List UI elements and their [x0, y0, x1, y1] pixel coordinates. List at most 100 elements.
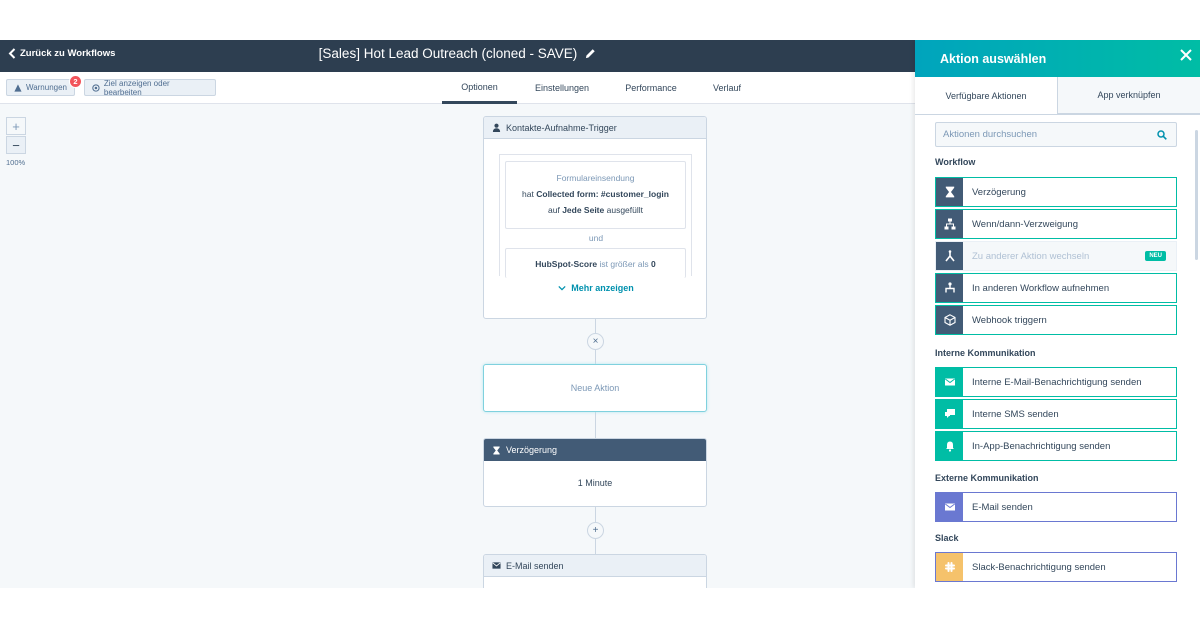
condition-page: Jede Seite [562, 205, 605, 215]
connector-line [595, 411, 596, 438]
condition-line-2: auf Jede Seite ausgefüllt [506, 202, 685, 218]
trigger-condition-form[interactable]: Formulareinsendung hat Collected form: #… [505, 161, 686, 229]
tab-optionen[interactable]: Optionen [442, 72, 517, 104]
panel-header: Aktion auswählen [915, 40, 1200, 77]
action-search-input[interactable] [936, 123, 1146, 146]
action-label: Wenn/dann-Verzweigung [972, 218, 1078, 230]
warnings-count-badge: 2 [69, 75, 82, 88]
envelope-icon [492, 562, 501, 569]
hourglass-icon [936, 178, 963, 206]
condition-text: hat [522, 189, 537, 199]
zoom-controls: + − 100% [6, 117, 26, 167]
action-delay[interactable]: Verzögerung [935, 177, 1177, 207]
enroll-icon [936, 274, 963, 302]
remove-action-button[interactable]: × [587, 333, 604, 350]
condition-operator: ist größer als [597, 259, 651, 269]
and-separator: und [588, 233, 604, 243]
target-icon [92, 83, 100, 92]
trigger-card-title: Kontakte-Aufnahme-Trigger [506, 122, 617, 133]
action-slack-notification[interactable]: Slack-Benachrichtigung senden [935, 552, 1177, 582]
action-label: Verzögerung [972, 186, 1026, 198]
action-internal-sms[interactable]: Interne SMS senden [935, 399, 1177, 429]
section-slack: Slack [935, 533, 959, 543]
delay-card-header: Verzögerung [484, 439, 706, 461]
zoom-in-button[interactable]: + [6, 117, 26, 135]
condition-text: auf [548, 205, 563, 215]
condition-line-1: hat Collected form: #customer_login [506, 186, 685, 202]
action-label: Webhook triggern [972, 314, 1047, 326]
action-webhook[interactable]: Webhook triggern [935, 305, 1177, 335]
contact-icon [492, 123, 501, 132]
new-action-label: Neue Aktion [570, 383, 620, 393]
sms-icon [936, 400, 963, 428]
workflow-title-area: [Sales] Hot Lead Outreach (cloned - SAVE… [0, 46, 915, 61]
pencil-icon[interactable] [585, 48, 596, 59]
action-in-app-notification[interactable]: In-App-Benachrichtigung senden [935, 431, 1177, 461]
panel-scrollbar[interactable] [1195, 130, 1198, 260]
send-email-card[interactable]: E-Mail senden [483, 554, 707, 588]
editor-tabs: Optionen Einstellungen Performance Verla… [442, 72, 759, 104]
action-send-email[interactable]: E-Mail senden [935, 492, 1177, 522]
action-if-then-branch[interactable]: Wenn/dann-Verzweigung [935, 209, 1177, 239]
panel-title: Aktion auswählen [940, 51, 1047, 66]
show-more-label: Mehr anzeigen [571, 283, 634, 293]
close-icon[interactable] [1179, 48, 1193, 62]
tab-verlauf[interactable]: Verlauf [695, 72, 759, 104]
action-label: Zu anderer Aktion wechseln [972, 250, 1090, 262]
tab-connect-app[interactable]: App verknüpfen [1057, 77, 1200, 114]
workflow-title[interactable]: [Sales] Hot Lead Outreach (cloned - SAVE… [319, 46, 578, 61]
action-goto[interactable]: Zu anderer Aktion wechseln NEU [935, 241, 1177, 271]
tab-available-actions[interactable]: Verfügbare Aktionen [915, 77, 1057, 114]
options-bar: Warnungen 2 Ziel anzeigen oder bearbeite… [0, 72, 915, 104]
webhook-icon [936, 306, 963, 334]
goal-button[interactable]: Ziel anzeigen oder bearbeiten [84, 78, 216, 97]
new-action-placeholder[interactable]: Neue Aktion [483, 364, 707, 412]
warnings-button[interactable]: Warnungen [6, 79, 75, 96]
action-enroll-workflow[interactable]: In anderen Workflow aufnehmen [935, 273, 1177, 303]
tab-einstellungen[interactable]: Einstellungen [517, 72, 607, 104]
action-label: Interne SMS senden [972, 408, 1059, 420]
action-label: Interne E-Mail-Benachrichtigung senden [972, 376, 1142, 388]
show-more-link[interactable]: Mehr anzeigen [484, 283, 706, 293]
action-label: E-Mail senden [972, 501, 1033, 513]
section-external: Externe Kommunikation [935, 473, 1039, 483]
chevron-down-icon [558, 285, 566, 291]
new-badge: NEU [1145, 251, 1166, 261]
workflow-editor: Zurück zu Workflows [Sales] Hot Lead Out… [0, 40, 1200, 588]
action-picker-panel: Aktion auswählen Verfügbare Aktionen App… [915, 40, 1200, 588]
trigger-card-header: Kontakte-Aufnahme-Trigger [484, 117, 706, 139]
send-email-card-title: E-Mail senden [506, 560, 564, 571]
tab-performance[interactable]: Performance [607, 72, 695, 104]
trigger-card[interactable]: Kontakte-Aufnahme-Trigger Formulareinsen… [483, 116, 707, 319]
condition-text: ausgefüllt [604, 205, 643, 215]
section-internal: Interne Kommunikation [935, 348, 1036, 358]
delay-card[interactable]: Verzögerung 1 Minute [483, 438, 707, 507]
zoom-level: 100% [6, 158, 26, 167]
condition-property: HubSpot-Score [535, 259, 598, 269]
condition-value: 0 [651, 259, 656, 269]
goal-label: Ziel anzeigen oder bearbeiten [103, 78, 170, 97]
trigger-condition-score[interactable]: HubSpot-Score ist größer als 0 [505, 248, 686, 278]
slack-icon [936, 553, 963, 581]
action-label: Slack-Benachrichtigung senden [972, 561, 1106, 573]
envelope-icon [936, 368, 963, 396]
action-label: In anderen Workflow aufnehmen [972, 282, 1110, 294]
branch-icon [936, 210, 963, 238]
delay-card-title: Verzögerung [506, 445, 558, 455]
top-bar: Zurück zu Workflows [Sales] Hot Lead Out… [0, 40, 915, 72]
zoom-out-button[interactable]: − [6, 136, 26, 154]
envelope-icon [936, 493, 963, 521]
condition-type: Formulareinsendung [556, 173, 635, 183]
panel-tabs: Verfügbare Aktionen App verknüpfen [915, 77, 1200, 115]
bell-icon [936, 432, 963, 460]
add-action-button[interactable]: + [587, 522, 604, 539]
condition-form-name: Collected form: #customer_login [536, 189, 669, 199]
action-label: In-App-Benachrichtigung senden [972, 440, 1111, 452]
search-icon[interactable] [1157, 130, 1167, 140]
action-internal-email[interactable]: Interne E-Mail-Benachrichtigung senden [935, 367, 1177, 397]
section-workflow: Workflow [935, 157, 976, 167]
hourglass-icon [493, 445, 500, 455]
warning-icon [14, 83, 22, 92]
send-email-card-header: E-Mail senden [484, 555, 706, 577]
warnings-label: Warnungen [25, 83, 67, 92]
